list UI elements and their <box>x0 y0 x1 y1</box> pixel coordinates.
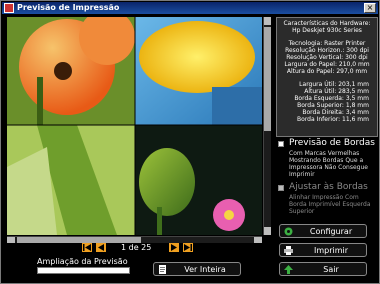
option-desc: Borda Imprimível Esquerda <box>289 201 371 208</box>
hardware-line: Largura do Papel: 210,0 mm <box>284 61 370 68</box>
scroll-left-arrow-icon[interactable] <box>7 237 15 243</box>
print-preview-window: Previsão de Impressão × Características … <box>0 0 380 284</box>
adjust-borders-checkbox <box>278 185 284 191</box>
borders-preview-title: Previsão de Bordas <box>289 138 375 148</box>
measure-line: Largura Útil: 203,1 mm <box>299 81 369 88</box>
page-preview[interactable] <box>7 17 262 235</box>
measure-line: Borda Esquerda: 3,5 mm <box>294 95 369 102</box>
option-desc: Impressora Não Consegue <box>289 164 368 171</box>
gear-icon <box>284 227 293 236</box>
view-full-button[interactable]: Ver Inteira <box>153 262 241 276</box>
configure-label: Configurar <box>309 227 353 236</box>
option-desc: Imprimir <box>289 171 315 178</box>
page-indicator: 1 de 25 <box>121 243 152 252</box>
hardware-heading: Características do Hardware: <box>283 20 371 27</box>
last-page-icon[interactable] <box>183 243 193 252</box>
adjust-borders-title: Ajustar às Bordas <box>289 182 368 192</box>
first-page-icon[interactable] <box>82 243 92 252</box>
option-desc: Mostrando Bordas Que a <box>289 157 364 164</box>
vertical-scroll-thumb[interactable] <box>264 27 271 131</box>
exit-arrow-icon <box>284 265 293 274</box>
exit-button[interactable]: Sair <box>279 262 367 276</box>
option-desc: Superior <box>289 208 315 215</box>
configure-button[interactable]: Configurar <box>279 224 367 238</box>
hardware-line: Resolução Horizon.: 300 dpi <box>285 47 369 54</box>
print-button[interactable]: Imprimir <box>279 243 367 257</box>
measure-line: Borda Inferior: 11,6 mm <box>297 116 369 123</box>
scroll-down-arrow-icon[interactable] <box>264 227 271 235</box>
hardware-info-panel: Características do Hardware: Hp Deskjet … <box>276 17 378 137</box>
printer-name: Hp Deskjet 930c Series <box>292 27 362 34</box>
printer-icon <box>284 246 293 255</box>
adjust-borders-option: Ajustar às Bordas Alinhar Impressão Com … <box>278 182 378 218</box>
borders-preview-option[interactable]: Previsão de Bordas Com Marcas Vermelhas … <box>278 138 378 180</box>
next-page-icon[interactable] <box>169 243 179 252</box>
window-title: Previsão de Impressão <box>17 3 120 12</box>
hardware-line: Resolução Vertical: 300 dpi <box>286 54 368 61</box>
measure-line: Borda Superior: 1,8 mm <box>297 102 369 109</box>
option-desc: Com Marcas Vermelhas <box>289 150 360 157</box>
hardware-line: Altura do Papel: 297,0 mm <box>286 68 368 75</box>
hardware-line: Tecnologia: Raster Printer <box>288 40 366 47</box>
page-icon <box>159 265 166 274</box>
zoom-slider[interactable] <box>37 267 130 274</box>
exit-label: Sair <box>323 265 339 274</box>
preview-image <box>7 17 262 235</box>
title-bar: Previsão de Impressão × <box>2 2 378 14</box>
app-icon <box>4 3 14 13</box>
zoom-label: Ampliação da Previsão <box>37 257 128 266</box>
measure-line: Altura Útil: 283,5 mm <box>304 88 369 95</box>
option-desc: Alinhar Impressão Com <box>289 194 359 201</box>
previous-page-icon[interactable] <box>96 243 106 252</box>
scroll-up-arrow-icon[interactable] <box>264 17 271 25</box>
print-label: Imprimir <box>313 246 349 255</box>
vertical-scrollbar[interactable] <box>263 17 271 235</box>
close-button[interactable]: × <box>364 3 376 13</box>
measure-line: Borda Direita: 3,4 mm <box>302 109 369 116</box>
borders-preview-checkbox[interactable] <box>278 141 284 147</box>
scroll-right-arrow-icon[interactable] <box>254 237 262 243</box>
view-full-label: Ver Inteira <box>184 265 226 274</box>
